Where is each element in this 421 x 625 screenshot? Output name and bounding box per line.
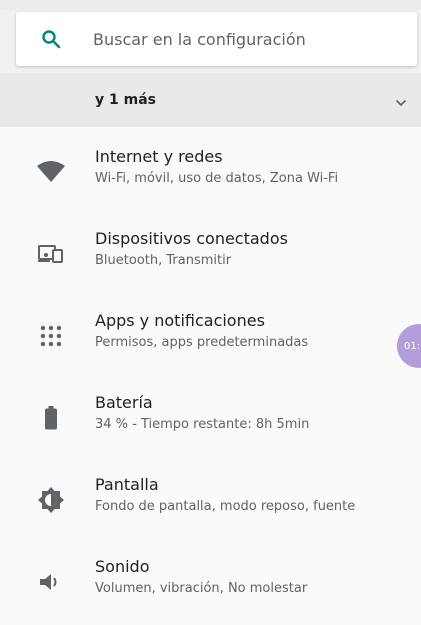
top-edge — [0, 0, 421, 10]
setting-item-network[interactable]: Internet y redes Wi-Fi, móvil, uso de da… — [0, 127, 421, 209]
search-icon — [41, 29, 61, 49]
apps-grid-icon — [36, 321, 66, 351]
connected-devices-icon — [36, 239, 66, 269]
settings-screen: Buscar en la configuración y 1 más Inter… — [0, 0, 421, 625]
setting-subtitle: Bluetooth, Transmitir — [95, 253, 232, 268]
chevron-down-icon[interactable] — [395, 94, 407, 107]
setting-title: Dispositivos conectados — [95, 229, 288, 248]
setting-subtitle: Volumen, vibración, No molestar — [95, 581, 308, 596]
setting-title: Sonido — [95, 557, 150, 576]
wifi-icon — [36, 157, 66, 187]
setting-item-apps[interactable]: Apps y notificaciones Permisos, apps pre… — [0, 291, 421, 373]
volume-icon — [36, 567, 66, 597]
setting-item-connected-devices[interactable]: Dispositivos conectados Bluetooth, Trans… — [0, 209, 421, 291]
display-brightness-icon — [36, 485, 66, 515]
setting-title: Apps y notificaciones — [95, 311, 265, 330]
suggestions-label: y 1 más — [95, 92, 156, 108]
setting-item-sound[interactable]: Sonido Volumen, vibración, No molestar — [0, 537, 421, 619]
settings-list: Internet y redes Wi-Fi, móvil, uso de da… — [0, 127, 421, 625]
setting-subtitle: Fondo de pantalla, modo reposo, fuente — [95, 499, 356, 514]
suggestions-header[interactable]: y 1 más — [0, 73, 421, 127]
search-placeholder: Buscar en la configuración — [93, 29, 306, 49]
setting-item-battery[interactable]: Batería 34 % - Tiempo restante: 8h 5min — [0, 373, 421, 455]
battery-icon — [36, 403, 66, 433]
setting-title: Pantalla — [95, 475, 159, 494]
setting-item-display[interactable]: Pantalla Fondo de pantalla, modo reposo,… — [0, 455, 421, 537]
setting-subtitle: 34 % - Tiempo restante: 8h 5min — [95, 417, 310, 432]
floating-bubble-text: 01: — [404, 340, 421, 352]
search-bar[interactable]: Buscar en la configuración — [16, 12, 417, 66]
setting-title: Batería — [95, 393, 153, 412]
setting-subtitle: Wi-Fi, móvil, uso de datos, Zona Wi-Fi — [95, 171, 339, 186]
setting-title: Internet y redes — [95, 147, 223, 166]
setting-subtitle: Permisos, apps predeterminadas — [95, 335, 309, 350]
